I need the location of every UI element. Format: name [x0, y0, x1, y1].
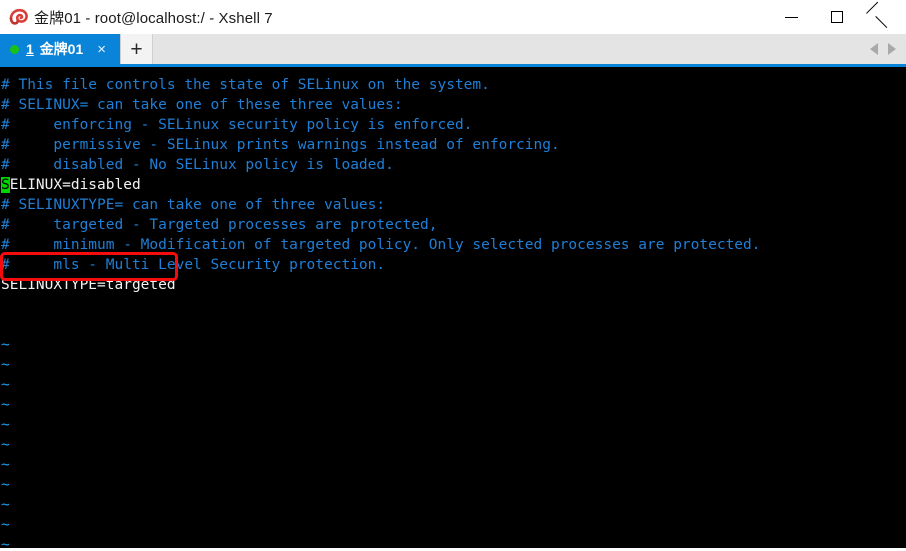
terminal-line: ~	[1, 437, 10, 453]
maximize-icon	[831, 11, 843, 23]
terminal-line: # enforcing - SELinux security policy is…	[1, 117, 473, 133]
xshell-shell-icon	[8, 7, 28, 27]
terminal-line: # permissive - SELinux prints warnings i…	[1, 137, 560, 153]
tab-close-icon[interactable]: ×	[97, 42, 106, 57]
terminal-line: # mls - Multi Level Security protection.	[1, 257, 386, 273]
terminal-line: ~	[1, 477, 10, 493]
tab-bar-spacer	[153, 34, 870, 64]
terminal-line: ~	[1, 457, 10, 473]
terminal-line: # disabled - No SELinux policy is loaded…	[1, 157, 394, 173]
close-button[interactable]	[860, 0, 906, 34]
terminal-line: ~	[1, 417, 10, 433]
terminal-line: ~	[1, 377, 10, 393]
tab-label: 1 金牌01	[26, 39, 83, 59]
terminal-line: ~	[1, 337, 10, 353]
tab-bar: 1 金牌01 × +	[0, 34, 906, 67]
window-controls	[768, 0, 906, 34]
scroll-tabs-left-icon[interactable]	[870, 43, 878, 55]
terminal-line: ~	[1, 397, 10, 413]
terminal-line: # This file controls the state of SELinu…	[1, 77, 490, 93]
terminal-cursor: S	[1, 177, 10, 193]
terminal-text-area: # This file controls the state of SELinu…	[0, 75, 906, 548]
tab-title: 金牌01	[39, 41, 84, 57]
maximize-button[interactable]	[814, 0, 860, 34]
terminal-line: # targeted - Targeted processes are prot…	[1, 217, 438, 233]
terminal-line: ~	[1, 517, 10, 533]
terminal-line: ~	[1, 537, 10, 548]
terminal-line: # SELINUX= can take one of these three v…	[1, 97, 403, 113]
window-title-bar: 金牌01 - root@localhost:/ - Xshell 7	[0, 0, 906, 34]
terminal-line: # SELINUXTYPE= can take one of three val…	[1, 197, 386, 213]
window-title: 金牌01 - root@localhost:/ - Xshell 7	[34, 9, 273, 27]
terminal-line: ~	[1, 497, 10, 513]
tab-scroll-controls	[870, 34, 906, 64]
new-tab-button[interactable]: +	[120, 34, 153, 64]
terminal-line: # minimum - Modification of targeted pol…	[1, 237, 761, 253]
terminal-line: SELINUX=disabled	[1, 177, 141, 193]
tab-index: 1	[26, 41, 34, 57]
terminal-screen[interactable]: # This file controls the state of SELinu…	[0, 67, 906, 548]
terminal-line: ~	[1, 357, 10, 373]
terminal-line: SELINUXTYPE=targeted	[1, 277, 176, 293]
session-status-dot-icon	[10, 44, 19, 54]
scroll-tabs-right-icon[interactable]	[888, 43, 896, 55]
minimize-button[interactable]	[768, 0, 814, 34]
minimize-icon	[784, 16, 798, 18]
close-icon	[876, 10, 890, 24]
tab-session-1[interactable]: 1 金牌01 ×	[0, 34, 120, 64]
